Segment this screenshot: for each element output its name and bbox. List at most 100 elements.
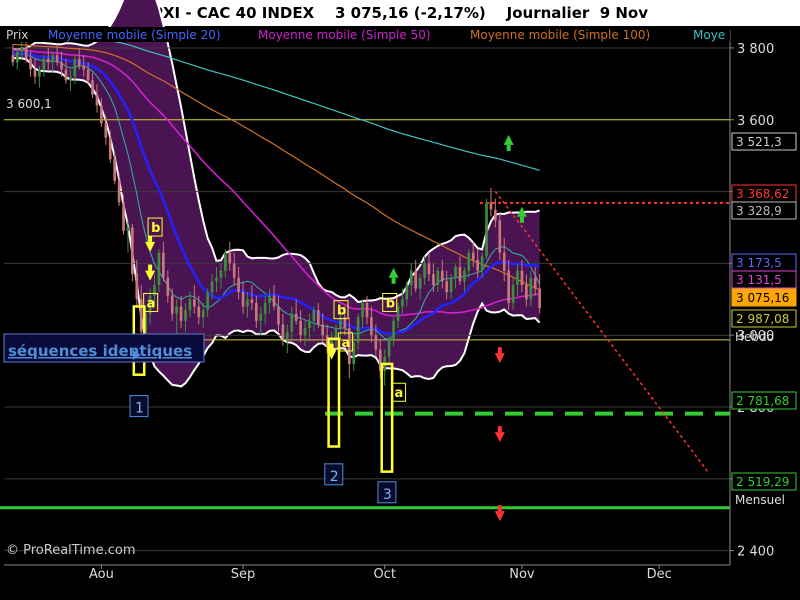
candle-body[interactable] — [228, 252, 232, 264]
candle-body[interactable] — [277, 306, 280, 325]
candle-body[interactable] — [162, 252, 165, 278]
candle-body[interactable] — [409, 270, 413, 285]
candle-body[interactable] — [69, 76, 72, 81]
candle-body[interactable] — [308, 320, 311, 329]
candle-body[interactable] — [11, 55, 15, 63]
candle-body[interactable] — [188, 299, 192, 311]
candle-body[interactable] — [157, 252, 161, 285]
candle-body[interactable] — [82, 65, 86, 70]
candle-body[interactable] — [24, 47, 28, 59]
candle-body[interactable] — [100, 105, 103, 124]
candle-body[interactable] — [77, 58, 81, 66]
candle-body[interactable] — [370, 317, 373, 336]
candle-body[interactable] — [224, 252, 227, 271]
candle-body[interactable] — [91, 80, 94, 95]
candle-body[interactable] — [126, 227, 130, 232]
candle-body[interactable] — [131, 227, 134, 275]
candle-body[interactable] — [414, 270, 418, 289]
candle-body[interactable] — [139, 299, 143, 332]
candle-body[interactable] — [46, 58, 50, 63]
candle-body[interactable] — [38, 69, 41, 77]
candle-body[interactable] — [29, 58, 32, 70]
candle-body[interactable] — [316, 310, 320, 325]
candle-body[interactable] — [538, 288, 541, 309]
candle-body[interactable] — [175, 306, 178, 314]
candle-body[interactable] — [427, 263, 431, 275]
candle-body[interactable] — [525, 284, 528, 300]
candle-body[interactable] — [33, 69, 37, 77]
candle-body[interactable] — [480, 256, 484, 271]
candle-body[interactable] — [516, 270, 519, 285]
candle-body[interactable] — [321, 324, 325, 336]
candle-body[interactable] — [494, 209, 497, 221]
candle-body[interactable] — [250, 299, 254, 303]
candle-body[interactable] — [122, 202, 125, 232]
candle-body[interactable] — [104, 123, 108, 138]
candle-body[interactable] — [387, 338, 391, 357]
candle-body[interactable] — [303, 328, 307, 336]
candle-body[interactable] — [511, 284, 515, 303]
candle-body[interactable] — [290, 313, 294, 332]
candle-body[interactable] — [401, 299, 404, 307]
candle-body[interactable] — [255, 302, 258, 321]
candle-body[interactable] — [73, 58, 77, 77]
candle-body[interactable] — [153, 284, 156, 296]
candle-body[interactable] — [405, 284, 409, 300]
candle-body[interactable] — [117, 180, 121, 203]
candle-body[interactable] — [392, 320, 395, 339]
candle-body[interactable] — [206, 292, 209, 311]
candle-body[interactable] — [170, 295, 174, 314]
candle-body[interactable] — [55, 55, 59, 63]
candle-body[interactable] — [197, 306, 201, 318]
candle-body[interactable] — [502, 252, 506, 271]
candle-body[interactable] — [210, 281, 214, 293]
candle-body[interactable] — [241, 292, 245, 307]
candle-body[interactable] — [432, 274, 435, 285]
candle-body[interactable] — [268, 295, 271, 303]
candle-body[interactable] — [485, 202, 488, 257]
candle-body[interactable] — [201, 310, 205, 318]
candle-body[interactable] — [436, 270, 440, 285]
candle-body[interactable] — [113, 159, 116, 181]
candle-body[interactable] — [356, 317, 360, 343]
candle-body[interactable] — [237, 277, 240, 293]
candle-body[interactable] — [135, 274, 139, 300]
candle-body[interactable] — [20, 47, 24, 52]
candle-body[interactable] — [529, 277, 533, 300]
candle-body[interactable] — [51, 55, 55, 63]
candle-body[interactable] — [281, 324, 285, 339]
candle-body[interactable] — [418, 277, 422, 289]
candle-body[interactable] — [95, 94, 99, 106]
candle-body[interactable] — [42, 58, 46, 70]
candle-body[interactable] — [489, 202, 493, 210]
candle-body[interactable] — [263, 302, 267, 314]
candle-body[interactable] — [440, 270, 444, 282]
candle-body[interactable] — [476, 259, 479, 271]
candle-body[interactable] — [259, 313, 263, 321]
candle-body[interactable] — [193, 299, 196, 307]
candle-body[interactable] — [60, 62, 63, 70]
candle-body[interactable] — [533, 277, 537, 289]
candle-body[interactable] — [423, 263, 426, 278]
price-chart[interactable]: a b a b a b 1 2 3 séquences identiques 3 600,1 © Pr… — [0, 0, 800, 600]
candle-body[interactable] — [299, 320, 302, 336]
candle-body[interactable] — [15, 51, 19, 63]
candle-body[interactable] — [294, 313, 298, 321]
candle-body[interactable] — [166, 277, 170, 296]
candle-body[interactable] — [179, 306, 183, 321]
candle-body[interactable] — [445, 281, 449, 293]
candle-body[interactable] — [86, 69, 90, 81]
candle-body[interactable] — [232, 263, 236, 278]
candle-body[interactable] — [64, 69, 68, 81]
candle-body[interactable] — [108, 137, 112, 160]
candle-body[interactable] — [219, 270, 223, 278]
candle-body[interactable] — [184, 310, 187, 321]
candle-body[interactable] — [454, 266, 457, 278]
candle-body[interactable] — [458, 266, 462, 282]
candle-body[interactable] — [507, 270, 510, 303]
candle-body[interactable] — [312, 310, 316, 321]
candle-body[interactable] — [361, 302, 364, 318]
candle-body[interactable] — [374, 335, 378, 350]
candle-body[interactable] — [449, 277, 453, 293]
candle-body[interactable] — [272, 295, 276, 307]
